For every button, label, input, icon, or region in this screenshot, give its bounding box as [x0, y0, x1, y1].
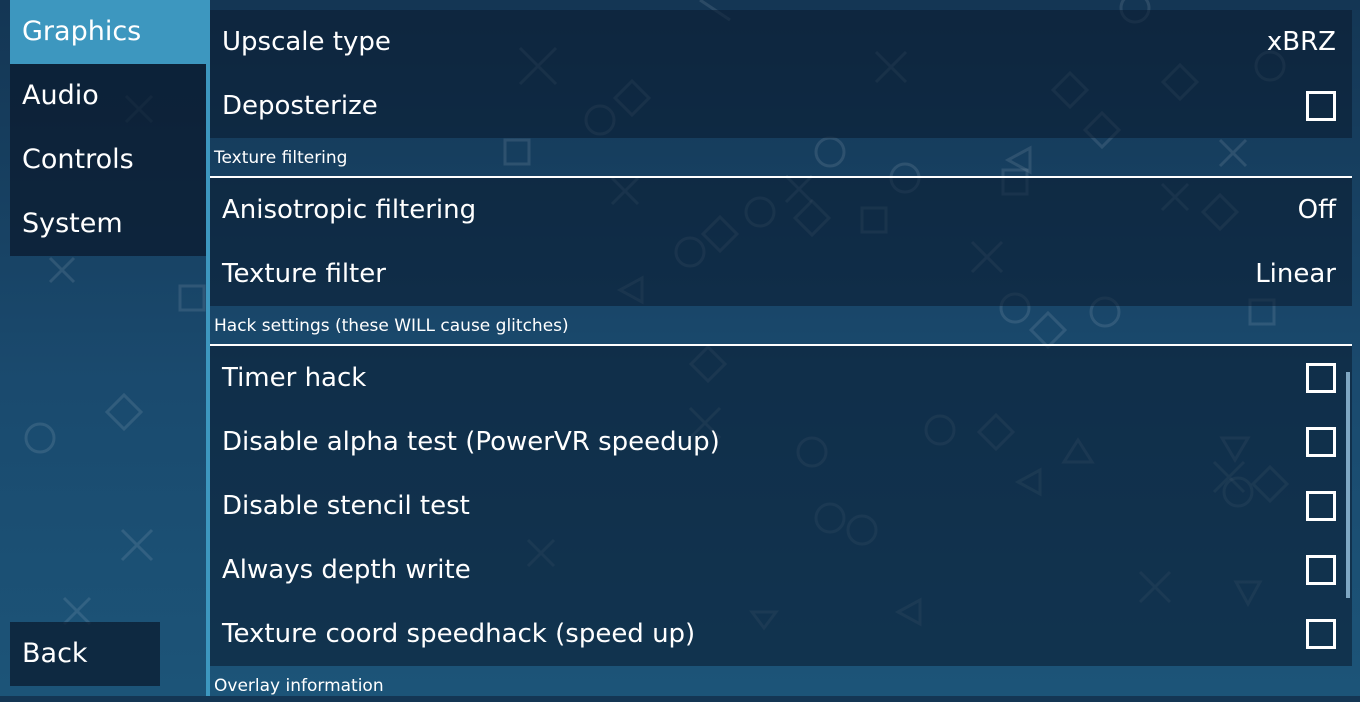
disable-stencil-test-row[interactable]: Disable stencil test — [210, 474, 1352, 538]
timer-hack-label: Timer hack — [222, 363, 367, 393]
deposterize-checkbox[interactable] — [1306, 91, 1336, 121]
always-depth-write-row[interactable]: Always depth write — [210, 538, 1352, 602]
disable-stencil-test-label: Disable stencil test — [222, 491, 470, 521]
disable-stencil-test-checkbox[interactable] — [1306, 491, 1336, 521]
tab-audio[interactable]: Audio — [10, 64, 206, 128]
always-depth-write-label: Always depth write — [222, 555, 471, 585]
settings-category-sidebar: Graphics Audio Controls System — [10, 0, 206, 256]
timer-hack-checkbox[interactable] — [1306, 363, 1336, 393]
deposterize-row[interactable]: Deposterize — [210, 74, 1352, 138]
always-depth-write-checkbox[interactable] — [1306, 555, 1336, 585]
hack-settings-header: Hack settings (these WILL cause glitches… — [214, 316, 569, 336]
anisotropic-filtering-label: Anisotropic filtering — [222, 195, 477, 225]
anisotropic-filtering-row[interactable]: Anisotropic filtering Off — [210, 178, 1352, 242]
deposterize-label: Deposterize — [222, 91, 378, 121]
upscale-type-label: Upscale type — [222, 27, 391, 57]
tab-graphics[interactable]: Graphics — [10, 0, 206, 64]
upscale-type-row[interactable]: Upscale type xBRZ — [210, 10, 1352, 74]
disable-alpha-test-row[interactable]: Disable alpha test (PowerVR speedup) — [210, 410, 1352, 474]
tab-system[interactable]: System — [10, 192, 206, 256]
texture-coord-speedhack-row[interactable]: Texture coord speedhack (speed up) — [210, 602, 1352, 666]
disable-alpha-test-label: Disable alpha test (PowerVR speedup) — [222, 427, 720, 457]
overlay-information-header: Overlay information — [214, 676, 384, 696]
texture-coord-speedhack-label: Texture coord speedhack (speed up) — [222, 619, 696, 649]
anisotropic-filtering-value: Off — [1297, 195, 1336, 225]
upscale-type-value: xBRZ — [1266, 27, 1336, 57]
tab-controls[interactable]: Controls — [10, 128, 206, 192]
texture-filter-row[interactable]: Texture filter Linear — [210, 242, 1352, 306]
texture-coord-speedhack-checkbox[interactable] — [1306, 619, 1336, 649]
timer-hack-row[interactable]: Timer hack — [210, 346, 1352, 410]
settings-list: Upscale type xBRZ Deposterize Texture fi… — [210, 0, 1352, 696]
scrollbar[interactable] — [1346, 372, 1350, 598]
disable-alpha-test-checkbox[interactable] — [1306, 427, 1336, 457]
texture-filter-label: Texture filter — [222, 259, 386, 289]
texture-filtering-header: Texture filtering — [214, 148, 348, 168]
texture-filter-value: Linear — [1255, 259, 1336, 289]
back-button[interactable]: Back — [10, 622, 160, 686]
